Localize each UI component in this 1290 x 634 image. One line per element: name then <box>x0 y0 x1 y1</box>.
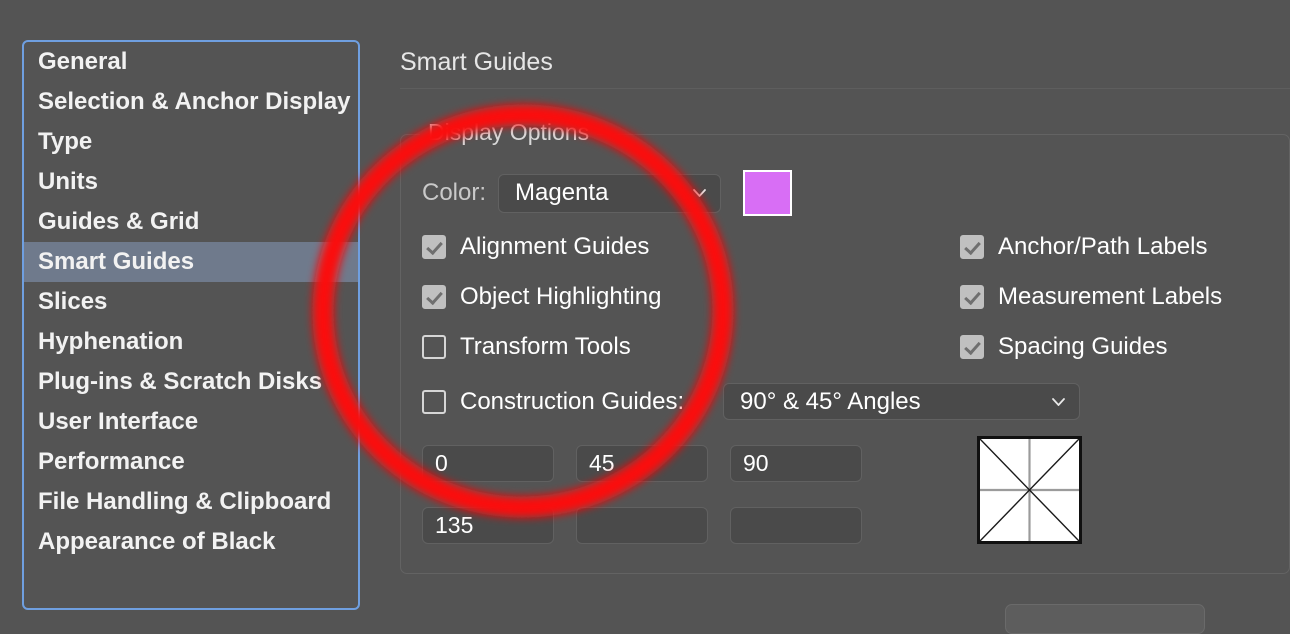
sidebar-item-label: Type <box>38 128 93 155</box>
color-row: Color: Magenta <box>422 170 793 216</box>
sidebar-item-label: User Interface <box>38 408 199 435</box>
sidebar-item-file-handling-clipboard[interactable]: File Handling & Clipboard <box>24 482 358 522</box>
sidebar-item-selection-anchor-display[interactable]: Selection & Anchor Display <box>24 82 358 122</box>
checkbox-label: Anchor/Path Labels <box>998 233 1208 260</box>
checkbox-alignment-guides[interactable]: Alignment Guides <box>422 233 649 261</box>
sidebar-item-label: Plug-ins & Scratch Disks <box>38 368 323 395</box>
checkbox-label: Transform Tools <box>460 333 631 360</box>
sidebar-item-user-interface[interactable]: User Interface <box>24 402 358 442</box>
checkbox-measurement-labels[interactable]: Measurement Labels <box>960 283 1222 311</box>
construction-guides-select[interactable]: 90° & 45° Angles <box>723 383 1080 420</box>
checkbox-anchor-path-labels[interactable]: Anchor/Path Labels <box>960 233 1207 261</box>
sidebar-item-label: Appearance of Black <box>38 528 276 555</box>
sidebar-item-general[interactable]: General <box>24 42 358 82</box>
checkbox-transform-tools[interactable]: Transform Tools <box>422 333 631 361</box>
color-swatch[interactable] <box>743 170 793 216</box>
sidebar-item-plugins-scratch-disks[interactable]: Plug-ins & Scratch Disks <box>24 362 358 402</box>
sidebar-item-label: Performance <box>38 448 185 475</box>
checkbox-label: Spacing Guides <box>998 333 1168 360</box>
preferences-category-list[interactable]: General Selection & Anchor Display Type … <box>22 40 360 610</box>
sidebar-item-label: General <box>38 48 128 75</box>
checkbox-label: Object Highlighting <box>460 283 662 310</box>
title-divider <box>400 88 1290 89</box>
checkbox-spacing-guides[interactable]: Spacing Guides <box>960 333 1167 361</box>
checkbox-object-highlighting[interactable]: Object Highlighting <box>422 283 661 311</box>
checkbox-box[interactable] <box>422 335 446 359</box>
checkbox-construction-guides[interactable]: Construction Guides: <box>422 388 684 416</box>
dialog-bottom-button[interactable] <box>1005 604 1205 634</box>
page-title: Smart Guides <box>400 48 553 76</box>
checkbox-box[interactable] <box>960 285 984 309</box>
angle-preview-grid-icon <box>977 436 1082 544</box>
sidebar-item-label: Selection & Anchor Display <box>38 88 351 115</box>
checkbox-box[interactable] <box>422 235 446 259</box>
checkbox-box[interactable] <box>422 285 446 309</box>
chevron-down-icon <box>693 189 706 197</box>
checkbox-label: Construction Guides: <box>460 388 685 415</box>
sidebar-item-label: Guides & Grid <box>38 208 200 235</box>
sidebar-item-slices[interactable]: Slices <box>24 282 358 322</box>
smart-guides-settings-panel: Smart Guides Display Options Color: Mage… <box>360 0 1290 634</box>
chevron-down-icon <box>1052 397 1065 406</box>
sidebar-item-appearance-of-black[interactable]: Appearance of Black <box>24 522 358 562</box>
angle-input-6[interactable] <box>730 507 862 544</box>
checkbox-box[interactable] <box>960 235 984 259</box>
construction-guides-value: 90° & 45° Angles <box>740 387 921 415</box>
sidebar-item-label: Hyphenation <box>38 328 184 355</box>
angle-input-4[interactable]: 135 <box>422 507 554 544</box>
sidebar-item-label: File Handling & Clipboard <box>38 488 332 515</box>
sidebar-item-type[interactable]: Type <box>24 122 358 162</box>
sidebar-item-label: Units <box>38 168 98 195</box>
sidebar-item-label: Smart Guides <box>38 248 195 275</box>
sidebar-item-performance[interactable]: Performance <box>24 442 358 482</box>
checkbox-box[interactable] <box>960 335 984 359</box>
angle-input-2[interactable]: 45 <box>576 445 708 482</box>
sidebar-item-units[interactable]: Units <box>24 162 358 202</box>
sidebar-item-smart-guides[interactable]: Smart Guides <box>24 242 358 282</box>
checkbox-box[interactable] <box>422 390 446 414</box>
angle-input-1[interactable]: 0 <box>422 445 554 482</box>
sidebar-item-label: Slices <box>38 288 108 315</box>
color-select-value: Magenta <box>515 179 609 206</box>
angle-input-3[interactable]: 90 <box>730 445 862 482</box>
checkbox-label: Measurement Labels <box>998 283 1223 310</box>
display-options-group-title: Display Options <box>420 119 598 146</box>
color-select[interactable]: Magenta <box>498 173 722 213</box>
angle-input-5[interactable] <box>576 507 708 544</box>
color-label: Color: <box>422 179 487 206</box>
sidebar-item-guides-grid[interactable]: Guides & Grid <box>24 202 358 242</box>
sidebar-item-hyphenation[interactable]: Hyphenation <box>24 322 358 362</box>
checkbox-label: Alignment Guides <box>460 233 650 260</box>
